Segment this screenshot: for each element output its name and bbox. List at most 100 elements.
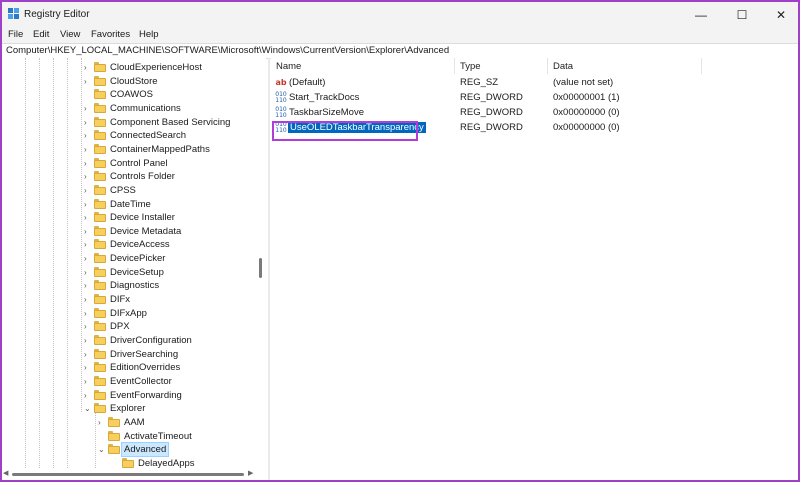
address-path[interactable]: Computer\HKEY_LOCAL_MACHINE\SOFTWARE\Mic…: [6, 45, 449, 56]
value-row[interactable]: ab (Default) REG_SZ (value not set): [271, 76, 798, 91]
scrollbar-thumb[interactable]: [259, 258, 262, 278]
chevron-right-icon[interactable]: ›: [84, 143, 94, 156]
value-list[interactable]: Name Type Data ab (Default) REG_SZ (valu…: [271, 58, 798, 480]
chevron-right-icon[interactable]: ›: [84, 348, 94, 361]
tree-item-label: CloudStore: [110, 75, 158, 87]
column-header-name[interactable]: Name: [276, 61, 301, 72]
chevron-down-icon[interactable]: ⌄: [84, 402, 94, 415]
address-bar[interactable]: Computer\HKEY_LOCAL_MACHINE\SOFTWARE\Mic…: [2, 43, 798, 59]
tree-vertical-scrollbar[interactable]: [256, 58, 266, 468]
chevron-right-icon[interactable]: ›: [84, 361, 94, 374]
chevron-right-icon[interactable]: ›: [98, 416, 108, 429]
folder-icon: [94, 171, 106, 182]
chevron-right-icon[interactable]: ›: [84, 157, 94, 170]
menu-favorites[interactable]: Favorites: [91, 29, 130, 40]
column-separator[interactable]: [454, 58, 455, 74]
tree-item-label: Advanced: [120, 442, 170, 458]
chevron-right-icon[interactable]: ›: [84, 266, 94, 279]
chevron-right-icon[interactable]: ›: [84, 307, 94, 320]
column-header-data[interactable]: Data: [553, 61, 573, 72]
tree-item-label: DIFx: [110, 294, 131, 306]
tree-item-label: ContainerMappedPaths: [110, 143, 210, 155]
folder-icon: [94, 280, 106, 291]
tree-item-label: ActivateTimeout: [124, 430, 192, 442]
close-button[interactable]: ✕: [764, 2, 798, 28]
column-header-type[interactable]: Type: [460, 61, 481, 72]
folder-icon: [94, 362, 106, 373]
scroll-right-icon[interactable]: ▶: [248, 469, 253, 477]
folder-icon: [94, 239, 106, 250]
folder-icon: [122, 457, 134, 468]
value-row[interactable]: 010 110 TaskbarSizeMove REG_DWORD 0x00000…: [271, 106, 798, 121]
chevron-right-icon[interactable]: ›: [84, 129, 94, 142]
column-separator[interactable]: [547, 58, 548, 74]
chevron-right-icon[interactable]: ›: [84, 116, 94, 129]
folder-icon: [94, 335, 106, 345]
chevron-right-icon[interactable]: ›: [84, 334, 94, 347]
folder-icon: [108, 430, 120, 441]
folder-icon: [94, 266, 106, 277]
tree-item-label: Control Panel: [110, 157, 168, 169]
folder-icon: [94, 143, 106, 154]
scroll-left-icon[interactable]: ◀: [3, 469, 8, 477]
tree-horizontal-scrollbar[interactable]: ◀ ▶: [2, 468, 266, 480]
tree-item-label: DateTime: [110, 198, 151, 210]
folder-icon: [94, 403, 106, 414]
menu-edit[interactable]: Edit: [33, 29, 49, 40]
value-type: REG_DWORD: [460, 107, 523, 118]
folder-icon: [94, 62, 106, 72]
tree-item-label: Communications: [110, 102, 181, 114]
chevron-down-icon[interactable]: ⌄: [98, 443, 108, 456]
folder-icon: [94, 130, 106, 141]
tree-item-label: Device Installer: [110, 212, 175, 224]
chevron-right-icon[interactable]: ›: [84, 320, 94, 333]
chevron-right-icon[interactable]: ›: [84, 279, 94, 292]
tree-item-label: COAWOS: [110, 89, 153, 101]
tree-item-label: DPX: [110, 321, 130, 333]
chevron-right-icon[interactable]: ›: [84, 102, 94, 115]
value-row[interactable]: 010 110 Start_TrackDocs REG_DWORD 0x00000…: [271, 91, 798, 106]
folder-icon: [108, 416, 120, 427]
chevron-right-icon[interactable]: ›: [84, 293, 94, 306]
tree-item-label: Device Metadata: [110, 225, 182, 237]
chevron-right-icon[interactable]: ›: [84, 75, 94, 88]
folder-icon: [94, 294, 106, 305]
key-tree[interactable]: › CloudExperienceHost › CloudStore COAWOS › Co…: [2, 58, 266, 480]
chevron-right-icon[interactable]: ›: [84, 184, 94, 197]
tree-guide-line: [25, 58, 26, 480]
menu-bar: File Edit View Favorites Help: [2, 28, 798, 43]
menu-file[interactable]: File: [8, 29, 23, 40]
chevron-right-icon[interactable]: ›: [84, 225, 94, 238]
value-data: 0x00000000 (0): [553, 122, 620, 133]
value-data: 0x00000000 (0): [553, 107, 620, 118]
menu-help[interactable]: Help: [139, 29, 159, 40]
tree-item-label: DIFxApp: [110, 307, 147, 319]
chevron-right-icon[interactable]: ›: [84, 252, 94, 265]
chevron-right-icon[interactable]: ›: [84, 389, 94, 402]
folder-icon: [94, 253, 106, 264]
maximize-button[interactable]: ☐: [725, 2, 759, 28]
pane-splitter[interactable]: [268, 58, 270, 480]
chevron-right-icon[interactable]: ›: [84, 198, 94, 211]
column-separator[interactable]: [701, 58, 702, 74]
folder-icon: [94, 212, 106, 223]
menu-view[interactable]: View: [60, 29, 80, 40]
tree-item-label: Controls Folder: [110, 171, 175, 183]
chevron-right-icon[interactable]: ›: [84, 211, 94, 224]
chevron-right-icon[interactable]: ›: [84, 238, 94, 251]
dword-value-icon: 010 110: [275, 91, 287, 104]
registry-editor-window: Registry Editor — ☐ ✕ File Edit View Fav…: [2, 2, 798, 480]
registry-editor-icon: [8, 8, 20, 20]
minimize-button[interactable]: —: [684, 2, 718, 28]
value-type: REG_DWORD: [460, 122, 523, 133]
folder-icon: [94, 198, 106, 209]
chevron-right-icon[interactable]: ›: [84, 375, 94, 388]
title-bar[interactable]: Registry Editor — ☐ ✕: [2, 2, 798, 28]
tree-item-label: DriverSearching: [110, 348, 179, 360]
chevron-right-icon[interactable]: ›: [84, 170, 94, 183]
tree-item-label: AAM: [124, 416, 145, 428]
tree-item-label: DeviceAccess: [110, 239, 170, 251]
folder-icon: [94, 75, 106, 86]
scrollbar-thumb[interactable]: [12, 473, 244, 476]
chevron-right-icon[interactable]: ›: [84, 61, 94, 74]
